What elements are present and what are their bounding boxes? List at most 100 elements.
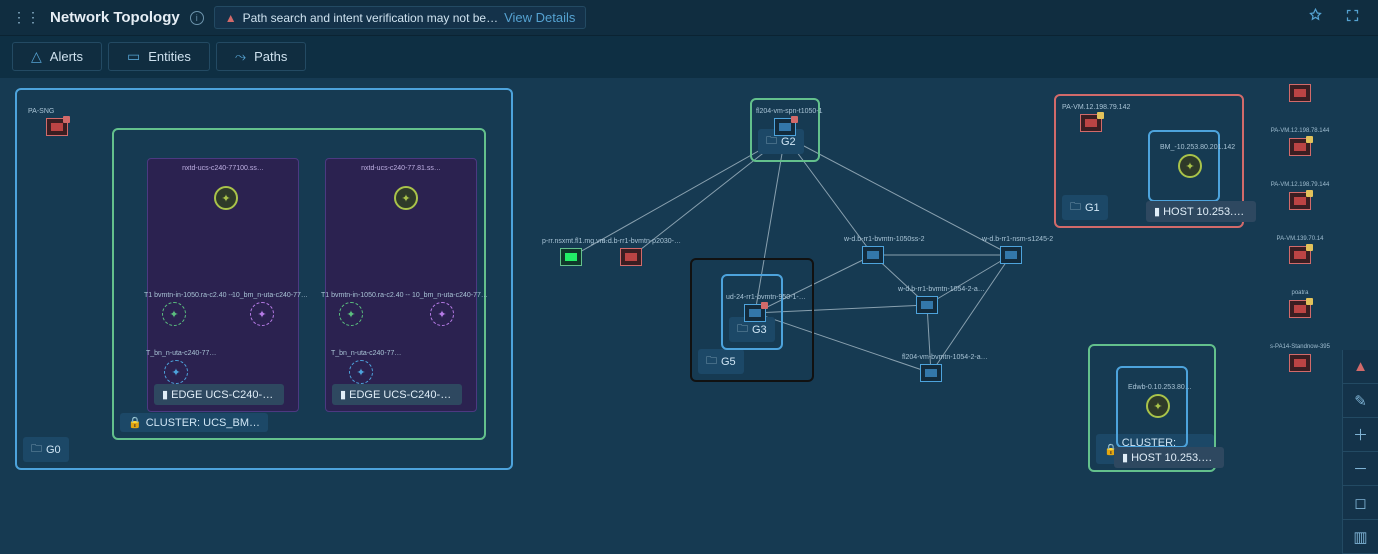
view-details-link[interactable]: View Details: [504, 10, 575, 25]
host-label[interactable]: ▮ HOST 10.253.241…: [1114, 447, 1224, 468]
edge-host-label[interactable]: ▮ EDGE UCS-C240-7…: [154, 384, 284, 405]
warning-badge-icon: [1306, 244, 1313, 251]
device-spine1[interactable]: [916, 296, 938, 314]
edge-host-label[interactable]: ▮ EDGE UCS-C240-7…: [332, 384, 462, 405]
side-device[interactable]: au1.PDA26: [1268, 78, 1332, 102]
tab-entities[interactable]: ▭ Entities: [108, 42, 210, 71]
group-label[interactable]: 🔒CLUSTER: UCS_BM…: [120, 413, 268, 432]
device-edgeA_L[interactable]: [162, 302, 186, 326]
edge-host-title: nxtd-ucs-c240-77100.ss…: [148, 165, 298, 172]
drag-handle-icon[interactable]: ⋮⋮: [12, 9, 40, 26]
side-device-label: PA-VM.12.198.78.144: [1271, 128, 1330, 134]
tab-label: Paths: [254, 49, 287, 64]
host-label[interactable]: ▮ HOST 10.253.241…: [1146, 201, 1256, 222]
fullscreen-icon[interactable]: [1339, 5, 1366, 31]
device-label: w-d.b-rr1-bvmtn-1050ss-2: [844, 236, 925, 243]
device-pa_g0[interactable]: [46, 118, 68, 136]
side-device-icon[interactable]: [1289, 192, 1311, 210]
canvas-toolbar: ▲ ✎ ＋ － ◻ ▥: [1342, 350, 1378, 554]
group-label[interactable]: 🗀G1: [1062, 195, 1108, 220]
folder-icon: 🗀: [737, 320, 748, 339]
pin-icon[interactable]: [1302, 5, 1329, 31]
alert-badge-icon: [791, 116, 798, 123]
group-label[interactable]: 🗀G5: [698, 349, 744, 374]
side-device[interactable]: PA-VM.12.198.78.144: [1268, 128, 1332, 156]
device-leaf1[interactable]: [862, 246, 884, 264]
device-ext_red[interactable]: [620, 248, 642, 266]
device-label: PA-VM.12.198.79.142: [1062, 104, 1130, 111]
side-device-label: s-PA14-Standnow-395: [1270, 344, 1330, 350]
toolbar-alerts-icon[interactable]: ▲: [1343, 350, 1378, 384]
side-device[interactable]: s-PA14-Standnow-395: [1268, 344, 1332, 372]
device-edgeB_B[interactable]: [349, 360, 373, 384]
device-g2_dev[interactable]: [774, 118, 796, 136]
side-device-label: PA-VM.139.70.14: [1277, 236, 1324, 242]
device-label: ud-24-rr1-bvmtn-950-1-…: [726, 294, 806, 301]
device-spine2[interactable]: [920, 364, 942, 382]
device-edgeB_L[interactable]: [339, 302, 363, 326]
toolbar-zoom-in-icon[interactable]: ＋: [1343, 418, 1378, 452]
device-label: s-d.b-rr1-bvmtn-p2030-…: [602, 238, 681, 245]
device-label: 10_bm_n-uta-c240-77…: [232, 292, 308, 299]
device-dfw_top[interactable]: [1146, 394, 1170, 418]
toolbar-fit-icon[interactable]: ◻: [1343, 486, 1378, 520]
side-device-icon[interactable]: [1289, 354, 1311, 372]
device-label: Edwb-0.10.253.80…: [1128, 384, 1192, 391]
alert-badge-icon: [761, 302, 768, 309]
side-device-icon[interactable]: [1289, 246, 1311, 264]
device-ext_green[interactable]: [560, 248, 582, 266]
side-device-label: poatra: [1291, 290, 1308, 296]
folder-icon: 🗀: [1070, 198, 1081, 217]
side-device-label: PA-VM.12.198.79.144: [1271, 182, 1330, 188]
device-label: fl204-vm-bvmtn-1054-2-a…: [902, 354, 988, 361]
tab-paths[interactable]: ⤳ Paths: [216, 42, 306, 71]
toolbar-zoom-out-icon[interactable]: －: [1343, 452, 1378, 486]
unassigned-device-list: au1.PDA26 PA-VM.12.198.78.144 PA-VM.12.198…: [1268, 78, 1332, 372]
device-leaf2[interactable]: [1000, 246, 1022, 264]
device-label: BM_-10.253.80.201.142: [1160, 144, 1235, 151]
lock-icon: 🔒: [128, 416, 142, 429]
warning-text: Path search and intent verification may …: [243, 11, 498, 25]
side-device[interactable]: PA-VM.139.70.14: [1268, 236, 1332, 264]
page-title: Network Topology: [50, 9, 180, 26]
monitor-icon: ▭: [127, 48, 140, 65]
edge-host-title: nxtd-ucs-c240-77.81.ss…: [326, 165, 476, 172]
tab-alerts[interactable]: △ Alerts: [12, 42, 102, 71]
warning-badge-icon: [1306, 298, 1313, 305]
tab-label: Entities: [148, 49, 191, 64]
device-label: T1 bvmtn-in-1050.ra-c2.40 --: [321, 292, 410, 299]
side-device-icon[interactable]: [1289, 84, 1311, 102]
alert-triangle-icon: △: [31, 48, 42, 65]
device-g1_right[interactable]: [1178, 154, 1202, 178]
device-label: T_bn_n-uta-c240-77…: [146, 350, 216, 357]
group-label[interactable]: 🗀G0: [23, 437, 69, 462]
warning-banner: ▲ Path search and intent verification ma…: [214, 6, 587, 29]
side-device[interactable]: poatra: [1268, 290, 1332, 318]
tab-label: Alerts: [50, 49, 83, 64]
device-edgeA_B[interactable]: [164, 360, 188, 384]
device-edgeB_R[interactable]: [430, 302, 454, 326]
device-label: fl204-vm-spn-t1050-1: [756, 108, 823, 115]
warning-badge-icon: [1306, 190, 1313, 197]
device-label: T1 bvmtn-in-1050.ra-c2.40 --: [144, 292, 233, 299]
alert-triangle-icon: ▲: [225, 11, 237, 25]
info-icon[interactable]: i: [190, 11, 204, 25]
warning-badge-icon: [1097, 112, 1104, 119]
device-label: T_bn_n-uta-c240-77…: [331, 350, 401, 357]
device-label: 10_bm_n-uta-c240-77…: [412, 292, 488, 299]
warning-badge-icon: [1306, 136, 1313, 143]
topology-canvas[interactable]: 🗀G0 🔒CLUSTER: UCS_BM… nxtd-ucs-c240-77100.…: [0, 78, 1378, 554]
side-device-icon[interactable]: [1289, 300, 1311, 318]
side-device-icon[interactable]: [1289, 138, 1311, 156]
view-tabs: △ Alerts ▭ Entities ⤳ Paths: [0, 36, 1378, 77]
alert-badge-icon: [63, 116, 70, 123]
side-device[interactable]: PA-VM.12.198.79.144: [1268, 182, 1332, 210]
device-g1_left[interactable]: [1080, 114, 1102, 132]
toolbar-edit-icon[interactable]: ✎: [1343, 384, 1378, 418]
device-g3_dev[interactable]: [744, 304, 766, 322]
toolbar-map-icon[interactable]: ▥: [1343, 520, 1378, 554]
device-edgeB_top[interactable]: [394, 186, 418, 210]
path-icon: ⤳: [235, 48, 246, 65]
device-edgeA_R[interactable]: [250, 302, 274, 326]
device-edgeA_top[interactable]: [214, 186, 238, 210]
